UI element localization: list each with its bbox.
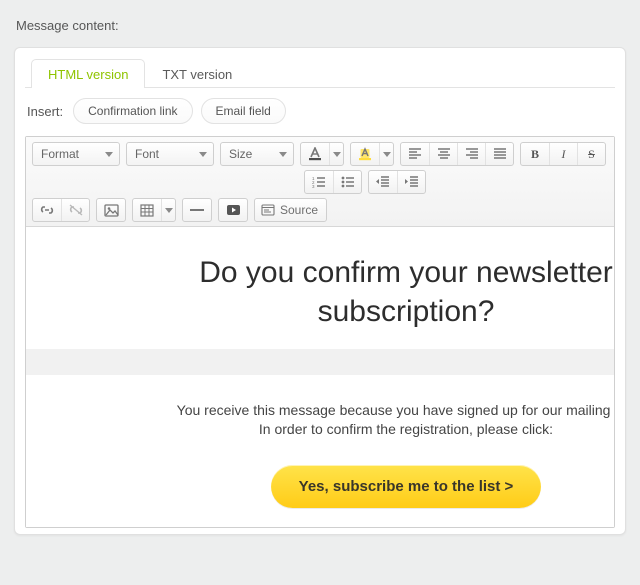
text-color-icon <box>308 147 322 161</box>
chevron-down-icon <box>199 152 207 157</box>
insert-confirmation-link-button[interactable]: Confirmation link <box>73 98 192 124</box>
italic-button[interactable]: I <box>549 143 577 165</box>
size-select-label: Size <box>229 147 252 161</box>
list-group: 1 2 3 <box>304 170 362 194</box>
message-content-card: HTML version TXT version Insert: Confirm… <box>14 47 626 535</box>
link-group <box>32 198 90 222</box>
align-justify-button[interactable] <box>485 143 513 165</box>
tab-html-version[interactable]: HTML version <box>31 59 145 88</box>
size-select[interactable]: Size <box>220 142 294 166</box>
horizontal-rule-button[interactable] <box>183 199 211 221</box>
align-center-button[interactable] <box>429 143 457 165</box>
table-dropdown[interactable] <box>161 199 175 221</box>
link-button[interactable] <box>33 199 61 221</box>
align-right-icon <box>465 148 479 160</box>
font-select[interactable]: Font <box>126 142 214 166</box>
link-icon <box>39 203 55 217</box>
insert-email-field-button[interactable]: Email field <box>201 98 286 124</box>
text-color-dropdown[interactable] <box>329 143 343 165</box>
align-center-icon <box>437 148 451 160</box>
svg-text:3: 3 <box>312 184 315 188</box>
bg-color-dropdown[interactable] <box>379 143 393 165</box>
source-button[interactable]: Source <box>255 199 326 221</box>
unlink-icon <box>68 203 84 217</box>
bg-color-group <box>350 142 394 166</box>
email-heading[interactable]: Do you confirm your newsletter subscript… <box>166 253 614 331</box>
chevron-down-icon <box>165 208 173 213</box>
horizontal-rule-icon <box>189 207 205 213</box>
align-left-icon <box>408 148 422 160</box>
table-button[interactable] <box>133 199 161 221</box>
indent-group <box>368 170 426 194</box>
align-left-button[interactable] <box>401 143 429 165</box>
outdent-icon <box>376 176 390 188</box>
insert-label: Insert: <box>27 104 63 119</box>
bg-color-icon <box>358 147 372 161</box>
media-group <box>218 198 248 222</box>
message-content-label: Message content: <box>16 18 626 33</box>
format-select-label: Format <box>41 147 79 161</box>
font-select-label: Font <box>135 147 159 161</box>
table-icon <box>140 204 154 217</box>
bold-button[interactable]: B <box>521 143 549 165</box>
outdent-button[interactable] <box>369 171 397 193</box>
chevron-down-icon <box>279 152 287 157</box>
image-group <box>96 198 126 222</box>
email-body-text[interactable]: You receive this message because you hav… <box>176 401 614 439</box>
text-color-group <box>300 142 344 166</box>
confirm-cta-button[interactable]: Yes, subscribe me to the list > <box>271 465 542 508</box>
hr-group <box>182 198 212 222</box>
rich-text-editor: Format Font Size <box>25 136 615 528</box>
chevron-down-icon <box>105 152 113 157</box>
tabs: HTML version TXT version <box>25 58 615 88</box>
source-icon <box>261 204 275 216</box>
unlink-button[interactable] <box>61 199 89 221</box>
numbered-list-button[interactable]: 1 2 3 <box>305 171 333 193</box>
email-header: Do you confirm your newsletter subscript… <box>26 227 614 349</box>
table-group <box>132 198 176 222</box>
text-color-button[interactable] <box>301 143 329 165</box>
numbered-list-icon: 1 2 3 <box>312 176 326 188</box>
text-style-group: B I S <box>520 142 606 166</box>
align-right-button[interactable] <box>457 143 485 165</box>
bg-color-button[interactable] <box>351 143 379 165</box>
indent-icon <box>405 176 419 188</box>
image-button[interactable] <box>97 199 125 221</box>
chevron-down-icon <box>383 152 391 157</box>
bulleted-list-icon <box>341 176 355 188</box>
tab-txt-version[interactable]: TXT version <box>145 59 249 88</box>
video-icon <box>226 204 241 216</box>
align-group <box>400 142 514 166</box>
strike-button[interactable]: S <box>577 143 605 165</box>
bulleted-list-button[interactable] <box>333 171 361 193</box>
source-group: Source <box>254 198 327 222</box>
email-body: You receive this message because you hav… <box>126 375 614 527</box>
editor-canvas[interactable]: Do you confirm your newsletter subscript… <box>26 227 614 527</box>
chevron-down-icon <box>333 152 341 157</box>
format-select[interactable]: Format <box>32 142 120 166</box>
align-justify-icon <box>493 148 507 160</box>
video-button[interactable] <box>219 199 247 221</box>
source-button-label: Source <box>280 203 318 217</box>
email-divider <box>26 349 614 375</box>
insert-toolbar: Insert: Confirmation link Email field <box>27 98 615 124</box>
indent-button[interactable] <box>397 171 425 193</box>
editor-toolbar: Format Font Size <box>26 137 614 227</box>
image-icon <box>104 204 119 217</box>
